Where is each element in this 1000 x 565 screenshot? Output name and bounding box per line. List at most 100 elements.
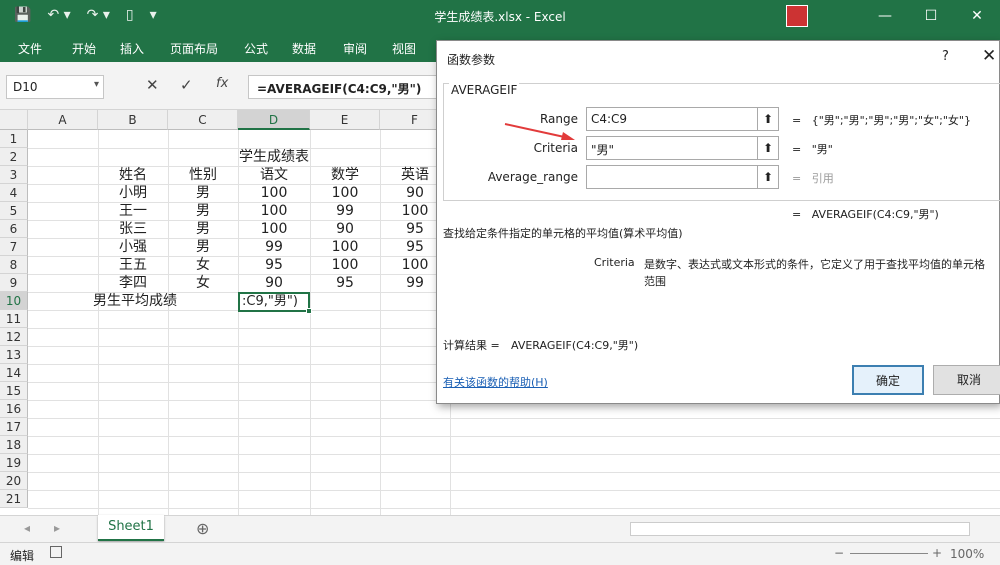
data-cell[interactable]: 99 <box>310 202 380 220</box>
range-result-value: {"男";"男";"男";"男";"女";"女"} <box>811 114 971 127</box>
tab-formulas[interactable]: 公式 <box>244 40 268 57</box>
criteria-input[interactable]: "男" <box>586 136 758 160</box>
data-cell[interactable]: 男 <box>168 238 238 256</box>
row-header[interactable]: 4 <box>0 184 28 202</box>
horizontal-scrollbar[interactable] <box>630 522 970 536</box>
macro-record-icon[interactable] <box>50 546 62 558</box>
cancel-formula-icon[interactable]: ✕ <box>146 76 159 94</box>
row-header[interactable]: 20 <box>0 472 28 490</box>
close-window-button[interactable]: ✕ <box>954 0 1000 32</box>
active-cell-d10[interactable]: :C9,"男") <box>238 292 312 314</box>
tab-insert[interactable]: 插入 <box>120 40 144 57</box>
select-all-corner[interactable] <box>0 110 28 130</box>
insert-function-icon[interactable]: fx <box>216 76 228 91</box>
data-cell[interactable]: 王五 <box>98 256 168 274</box>
header-cell[interactable]: 性别 <box>168 166 238 184</box>
formula-input[interactable]: =AVERAGEIF(C4:C9,"男") <box>248 75 448 99</box>
minimize-button[interactable]: — <box>862 0 908 32</box>
tab-page-layout[interactable]: 页面布局 <box>170 40 218 57</box>
row-header[interactable]: 7 <box>0 238 28 256</box>
cancel-button[interactable]: 取消 <box>933 365 1000 395</box>
column-header-a[interactable]: A <box>28 110 98 130</box>
data-cell[interactable]: 100 <box>238 184 310 202</box>
data-cell[interactable]: 女 <box>168 274 238 292</box>
row-header[interactable]: 13 <box>0 346 28 364</box>
data-cell[interactable]: 小强 <box>98 238 168 256</box>
data-cell[interactable]: 男 <box>168 184 238 202</box>
row-header[interactable]: 2 <box>0 148 28 166</box>
collapse-dialog-icon[interactable]: ⬆ <box>757 107 779 131</box>
header-cell[interactable]: 语文 <box>238 166 310 184</box>
data-cell[interactable]: 95 <box>238 256 310 274</box>
range-input[interactable]: C4:C9 <box>586 107 758 131</box>
zoom-level[interactable]: 100% <box>950 547 984 561</box>
row-header[interactable]: 14 <box>0 364 28 382</box>
row-header[interactable]: 6 <box>0 220 28 238</box>
collapse-dialog-icon[interactable]: ⬆ <box>757 136 779 160</box>
row-header[interactable]: 9 <box>0 274 28 292</box>
header-cell[interactable]: 姓名 <box>98 166 168 184</box>
account-avatar[interactable] <box>786 5 808 27</box>
row-header[interactable]: 16 <box>0 400 28 418</box>
collapse-dialog-icon[interactable]: ⬆ <box>757 165 779 189</box>
row-header[interactable]: 17 <box>0 418 28 436</box>
column-header-b[interactable]: B <box>98 110 168 130</box>
chevron-down-icon[interactable]: ▾ <box>94 79 99 90</box>
add-sheet-icon[interactable]: ⊕ <box>196 519 209 538</box>
row-header[interactable]: 21 <box>0 490 28 508</box>
row-header[interactable]: 3 <box>0 166 28 184</box>
column-header-e[interactable]: E <box>310 110 380 130</box>
data-cell[interactable]: 李四 <box>98 274 168 292</box>
data-cell[interactable]: 90 <box>310 220 380 238</box>
tab-prev-icon[interactable]: ◂ <box>24 521 30 535</box>
data-cell[interactable]: 男 <box>168 220 238 238</box>
sheet-tab-sheet1[interactable]: Sheet1 <box>98 515 164 541</box>
data-cell[interactable]: 100 <box>310 184 380 202</box>
tab-home[interactable]: 开始 <box>72 40 96 57</box>
data-cell[interactable]: 王一 <box>98 202 168 220</box>
data-cell[interactable]: 女 <box>168 256 238 274</box>
row-header[interactable]: 11 <box>0 310 28 328</box>
row-header[interactable]: 12 <box>0 328 28 346</box>
data-cell[interactable]: 张三 <box>98 220 168 238</box>
row-header[interactable]: 10 <box>0 292 28 310</box>
tab-data[interactable]: 数据 <box>292 40 316 57</box>
name-box[interactable]: D10 ▾ <box>6 75 104 99</box>
data-cell[interactable]: 100 <box>310 238 380 256</box>
table-title[interactable]: 学生成绩表 <box>98 148 450 166</box>
column-header-d[interactable]: D <box>238 110 310 130</box>
column-header-c[interactable]: C <box>168 110 238 130</box>
function-help-link[interactable]: 有关该函数的帮助(H) <box>443 374 548 390</box>
row-header[interactable]: 8 <box>0 256 28 274</box>
data-cell[interactable]: 95 <box>310 274 380 292</box>
average-range-input[interactable] <box>586 165 758 189</box>
help-icon[interactable]: ? <box>942 49 949 64</box>
data-cell[interactable]: 小明 <box>98 184 168 202</box>
zoom-in-icon[interactable]: + <box>932 546 942 560</box>
row-header[interactable]: 1 <box>0 130 28 148</box>
data-cell[interactable]: 100 <box>238 220 310 238</box>
maximize-button[interactable]: ☐ <box>908 0 954 32</box>
data-cell[interactable]: 100 <box>310 256 380 274</box>
fill-handle[interactable] <box>306 308 312 314</box>
dialog-close-button[interactable]: ✕ <box>982 46 996 66</box>
tab-review[interactable]: 审阅 <box>343 40 367 57</box>
zoom-slider[interactable] <box>850 553 928 554</box>
data-cell[interactable]: 99 <box>238 238 310 256</box>
row-header[interactable]: 5 <box>0 202 28 220</box>
average-label-cell[interactable]: 男生平均成绩 <box>60 292 210 310</box>
header-cell[interactable]: 数学 <box>310 166 380 184</box>
enter-formula-icon[interactable]: ✓ <box>180 76 193 94</box>
dialog-title: 函数参数 <box>447 53 496 67</box>
tab-view[interactable]: 视图 <box>392 40 416 57</box>
tab-next-icon[interactable]: ▸ <box>54 521 60 535</box>
row-header[interactable]: 19 <box>0 454 28 472</box>
data-cell[interactable]: 90 <box>238 274 310 292</box>
row-header[interactable]: 18 <box>0 436 28 454</box>
tab-file[interactable]: 文件 <box>18 40 42 57</box>
row-header[interactable]: 15 <box>0 382 28 400</box>
zoom-out-icon[interactable]: − <box>834 546 844 560</box>
data-cell[interactable]: 男 <box>168 202 238 220</box>
data-cell[interactable]: 100 <box>238 202 310 220</box>
ok-button[interactable]: 确定 <box>852 365 924 395</box>
